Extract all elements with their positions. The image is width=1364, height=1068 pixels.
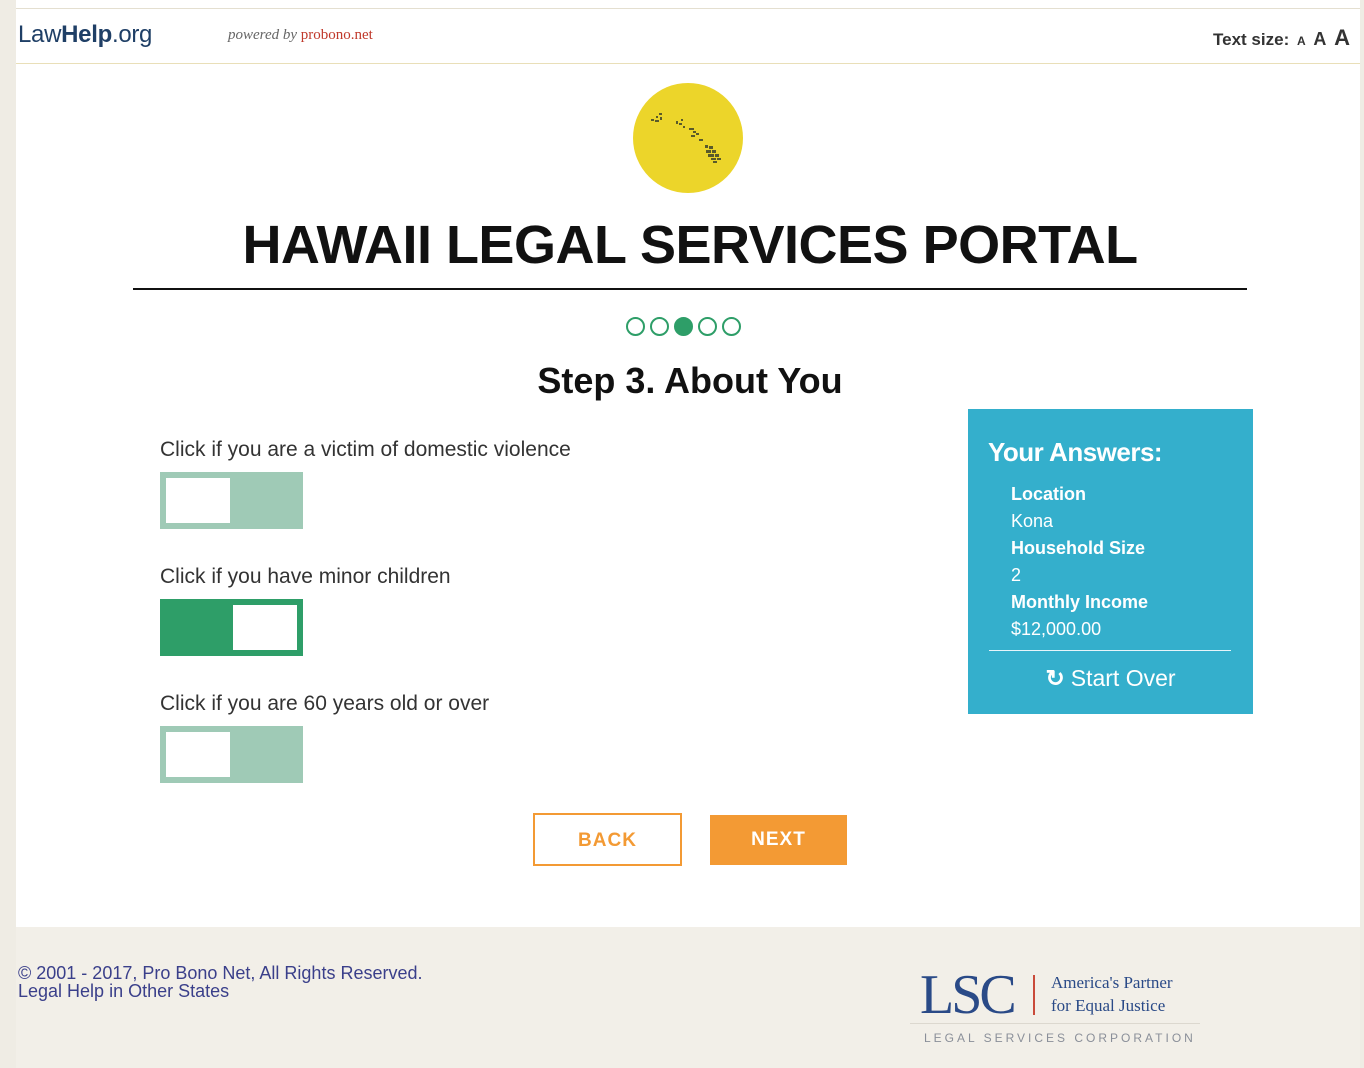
probono-link[interactable]: probono.net <box>301 27 373 43</box>
next-button[interactable]: NEXT <box>710 815 847 865</box>
toggle-knob <box>166 732 230 777</box>
step-dot-1 <box>626 317 645 336</box>
answer-value-household: 2 <box>1011 565 1022 585</box>
hawaii-islands-map-icon <box>633 83 743 193</box>
answer-label-location: Location <box>1011 484 1086 504</box>
domestic-violence-toggle[interactable] <box>160 472 303 529</box>
toggle-knob <box>233 605 297 650</box>
your-answers-panel: Your Answers: Location Kona Household Si… <box>968 409 1253 714</box>
start-over-label: Start Over <box>1070 665 1176 691</box>
answer-value-location: Kona <box>1011 511 1054 531</box>
step-progress-indicator <box>626 317 741 337</box>
minor-children-toggle[interactable] <box>160 599 303 656</box>
other-states-link[interactable]: Legal Help in Other States <box>18 981 229 1002</box>
step-title: Step 3. About You <box>537 360 843 401</box>
text-size-medium-button[interactable]: A <box>1313 29 1326 49</box>
lsc-logo[interactable]: LSC America's Partner for Equal Justice … <box>910 964 1220 1047</box>
step-dot-2 <box>650 317 669 336</box>
text-size-small-button[interactable]: A <box>1297 34 1306 48</box>
domestic-violence-label: Click if you are a victim of domestic vi… <box>160 438 571 461</box>
start-over-link[interactable]: ↻ Start Over <box>968 665 1253 692</box>
step-dot-4 <box>698 317 717 336</box>
powered-by: powered by probono.net <box>228 27 373 44</box>
site-header: LawHelp.org powered by probono.net Text … <box>16 8 1360 64</box>
lsc-tagline-1: America's Partner <box>1051 973 1173 992</box>
answer-label-household: Household Size <box>1011 538 1146 558</box>
lsc-tagline-2: for Equal Justice <box>1051 996 1166 1015</box>
logo-prefix: Law <box>18 21 62 48</box>
refresh-icon: ↻ <box>1045 665 1065 691</box>
minor-children-label: Click if you have minor children <box>160 565 451 588</box>
lsc-mark: LSC <box>920 964 1017 1026</box>
lawhelp-logo[interactable]: LawHelp.org <box>18 21 152 49</box>
site-footer: © 2001 - 2017, Pro Bono Net, All Rights … <box>16 927 1360 1068</box>
text-size-control: Text size: A A A <box>1210 25 1350 51</box>
text-size-large-button[interactable]: A <box>1334 25 1350 50</box>
title-divider <box>133 288 1247 290</box>
answers-list: Location Kona Household Size 2 Monthly I… <box>1011 481 1148 643</box>
lsc-subtitle: LEGAL SERVICES CORPORATION <box>924 1031 1196 1045</box>
answer-value-income: $12,000.00 <box>1011 619 1102 639</box>
step-dot-3-current <box>674 317 693 336</box>
page-left-border <box>0 0 16 1068</box>
senior-label: Click if you are 60 years old or over <box>160 692 490 715</box>
answers-divider <box>989 650 1231 651</box>
lsc-divider <box>1033 975 1035 1015</box>
page-right-border <box>1360 0 1364 1068</box>
lsc-rule <box>910 1023 1200 1024</box>
answers-title: Your Answers: <box>988 437 1163 467</box>
copyright-text: © 2001 - 2017, Pro Bono Net, All Rights … <box>18 963 423 983</box>
senior-toggle[interactable] <box>160 726 303 783</box>
answer-label-income: Monthly Income <box>1011 592 1149 612</box>
portal-title: HAWAII LEGAL SERVICES PORTAL <box>242 215 1138 275</box>
logo-bold: Help <box>61 21 112 48</box>
step-dot-5 <box>722 317 741 336</box>
back-button[interactable]: BACK <box>533 813 682 866</box>
toggle-knob <box>166 478 230 523</box>
logo-suffix: .org <box>111 21 153 48</box>
text-size-label: Text size: <box>1213 30 1290 49</box>
powered-by-label: powered by <box>228 27 298 43</box>
